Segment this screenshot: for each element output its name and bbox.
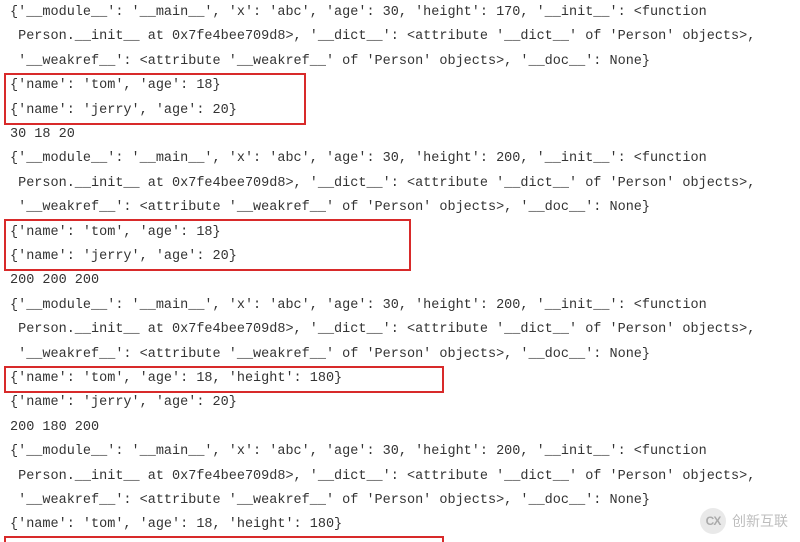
output-line: {'name': 'tom', 'age': 18} [10, 73, 221, 98]
output-line: '__weakref__': <attribute '__weakref__' … [10, 342, 650, 367]
output-line: Person.__init__ at 0x7fe4bee709d8>, '__d… [10, 317, 755, 342]
output-line: {'name': 'tom', 'age': 18, 'height': 180… [10, 512, 342, 537]
output-line: {'__module__': '__main__', 'x': 'abc', '… [10, 439, 707, 464]
output-line: 200 200 200 [10, 268, 99, 293]
output-line: {'__module__': '__main__', 'x': 'abc', '… [10, 293, 707, 318]
output-line: 200 180 200 [10, 415, 99, 440]
output-line: Person.__init__ at 0x7fe4bee709d8>, '__d… [10, 464, 755, 489]
output-line: '__weakref__': <attribute '__weakref__' … [10, 195, 650, 220]
output-line: '__weakref__': <attribute '__weakref__' … [10, 488, 650, 513]
output-line: {'name': 'jerry', 'age': 20, 'height': 2… [10, 537, 358, 542]
watermark: CX 创新互联 [700, 508, 788, 534]
output-line: {'__module__': '__main__', 'x': 'abc', '… [10, 0, 707, 25]
watermark-logo-icon: CX [700, 508, 726, 534]
watermark-label: 创新互联 [732, 509, 788, 534]
output-line: 30 18 20 [10, 122, 75, 147]
output-line: Person.__init__ at 0x7fe4bee709d8>, '__d… [10, 24, 755, 49]
output-line: {'name': 'tom', 'age': 18, 'height': 180… [10, 366, 342, 391]
output-line: {'name': 'tom', 'age': 18} [10, 220, 221, 245]
output-line: {'__module__': '__main__', 'x': 'abc', '… [10, 146, 707, 171]
output-line: {'name': 'jerry', 'age': 20} [10, 244, 237, 269]
code-output-panel: {'__module__': '__main__', 'x': 'abc', '… [0, 0, 800, 542]
output-line: Person.__init__ at 0x7fe4bee709d8>, '__d… [10, 171, 755, 196]
output-line: {'name': 'jerry', 'age': 20} [10, 390, 237, 415]
output-line: '__weakref__': <attribute '__weakref__' … [10, 49, 650, 74]
output-line: {'name': 'jerry', 'age': 20} [10, 98, 237, 123]
